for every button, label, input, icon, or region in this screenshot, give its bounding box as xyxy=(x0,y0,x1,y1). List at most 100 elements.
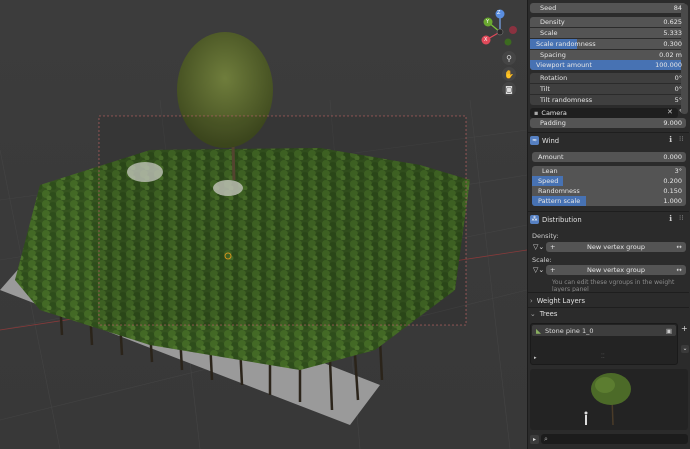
seed-field[interactable]: Seed 84 xyxy=(530,3,686,13)
swap-icon: ↔ xyxy=(676,266,682,274)
3d-viewport[interactable]: Z X Y ⚲ ✋ ◙ xyxy=(0,0,527,449)
wind-icon: ≈ xyxy=(530,136,539,145)
wind-pattern-scale-field[interactable]: Pattern scale 1.000 xyxy=(532,196,686,206)
info-icon[interactable]: ℹ xyxy=(669,214,672,223)
bottom-play-button[interactable]: ▸ xyxy=(530,435,539,444)
tilt-field[interactable]: Tilt 0° xyxy=(530,84,686,94)
tree-item-label: Stone pine 1_0 xyxy=(545,326,594,335)
scale-vertex-group-button[interactable]: + New vertex group ↔ xyxy=(546,265,686,275)
hand-pan-icon[interactable]: ✋ xyxy=(502,67,516,81)
wind-lean-field[interactable]: Lean 3° xyxy=(532,166,686,176)
divider xyxy=(528,132,689,133)
wind-lean-label: Lean xyxy=(542,167,558,175)
navigation-gizmo[interactable]: Z X Y xyxy=(478,8,522,52)
scale-randomness-field[interactable]: Scale randomness 0.300 xyxy=(530,39,686,49)
plus-icon: + xyxy=(550,243,556,251)
wind-randomness-label: Randomness xyxy=(538,187,580,195)
distribution-header[interactable]: ⁂ Distribution xyxy=(530,214,688,225)
trees-header[interactable]: ⌄ Trees xyxy=(530,308,688,319)
wind-lean-value: 3° xyxy=(674,167,682,175)
spacing-value: 0.02 m xyxy=(659,51,682,59)
density-group-label: Density: xyxy=(532,232,559,240)
swap-icon: ↔ xyxy=(676,243,682,251)
drag-handle-icon[interactable]: ⁞⁞ xyxy=(679,135,683,143)
padding-label: Padding xyxy=(540,119,566,127)
scale-vertex-group-label: New vertex group xyxy=(587,266,645,274)
density-vertex-group-label: New vertex group xyxy=(587,243,645,251)
tilt-randomness-label: Tilt randomness xyxy=(540,96,593,104)
padding-field[interactable]: Padding 9.000 xyxy=(530,118,686,128)
distribution-title: Distribution xyxy=(542,215,582,224)
viewport-amount-field[interactable]: Viewport amount 100.000 xyxy=(530,60,686,70)
rotation-field[interactable]: Rotation 0° xyxy=(530,73,686,83)
chevron-right-icon: › xyxy=(530,296,533,305)
scale-value: 5.333 xyxy=(663,29,682,37)
rotation-value: 0° xyxy=(674,74,682,82)
seed-value: 84 xyxy=(673,4,682,12)
viewport-amount-value: 100.000 xyxy=(655,61,682,69)
plus-icon: + xyxy=(550,266,556,274)
tilt-value: 0° xyxy=(674,85,682,93)
camera-icon: ▪ xyxy=(534,109,539,117)
spacing-label: Spacing xyxy=(540,51,566,59)
scale-randomness-label: Scale randomness xyxy=(536,40,596,48)
gizmo-y-label: Y xyxy=(486,19,490,25)
vertex-group-icon[interactable]: ▽⌄ xyxy=(533,243,544,251)
weight-layers-title: Weight Layers xyxy=(536,296,586,305)
search-icon: ⌕ xyxy=(544,434,548,443)
add-tree-button[interactable]: + xyxy=(681,324,688,333)
trees-title: Trees xyxy=(539,309,558,318)
wind-title: Wind xyxy=(542,136,560,145)
density-field[interactable]: Density 0.625 xyxy=(530,17,686,27)
gizmo-x-label: X xyxy=(484,37,488,43)
tree-preview-image xyxy=(584,373,631,426)
tree-preview xyxy=(530,369,688,430)
tree-list-item[interactable]: ◣ Stone pine 1_0 ▣ xyxy=(532,325,676,336)
list-resize-handle[interactable]: ⁚⁚ xyxy=(601,353,605,360)
density-vertex-group-button[interactable]: + New vertex group ↔ xyxy=(546,242,686,252)
tilt-randomness-field[interactable]: Tilt randomness 5° xyxy=(530,95,686,105)
tilt-randomness-value: 5° xyxy=(674,96,682,104)
info-icon[interactable]: ℹ xyxy=(669,135,672,144)
wind-pattern-scale-value: 1.000 xyxy=(663,197,682,205)
camera-label: Camera xyxy=(541,109,567,117)
wind-amount-field[interactable]: Amount 0.000 xyxy=(532,152,686,162)
tree-icon: ◣ xyxy=(536,326,541,335)
scale-group-label: Scale: xyxy=(532,256,552,264)
wind-amount-value: 0.000 xyxy=(663,153,682,161)
wind-speed-label: Speed xyxy=(538,177,559,185)
wind-randomness-field[interactable]: Randomness 0.150 xyxy=(532,186,686,196)
gizmo-z-label: Z xyxy=(497,10,501,16)
panel-scrollbar[interactable] xyxy=(681,4,688,114)
list-menu-chevron-icon[interactable]: ⌄ xyxy=(681,345,689,353)
wind-header[interactable]: ≈ Wind xyxy=(530,135,688,146)
tilt-label: Tilt xyxy=(540,85,550,93)
play-icon[interactable]: ▸ xyxy=(534,355,537,361)
wind-amount-label: Amount xyxy=(538,153,564,161)
seed-label: Seed xyxy=(540,4,557,12)
scale-randomness-value: 0.300 xyxy=(663,40,682,48)
zoom-icon[interactable]: ⚲ xyxy=(502,51,516,65)
search-input[interactable]: ⌕ xyxy=(541,434,688,444)
camera-view-icon[interactable]: ◙ xyxy=(502,82,516,96)
scale-label: Scale xyxy=(540,29,558,37)
weight-layers-header[interactable]: › Weight Layers xyxy=(530,295,688,306)
density-value: 0.625 xyxy=(663,18,682,26)
chevron-down-icon: ⌄ xyxy=(530,309,536,318)
rotation-label: Rotation xyxy=(540,74,568,82)
trees-list[interactable]: ◣ Stone pine 1_0 ▣ ⁚⁚ ▸ xyxy=(530,323,678,365)
density-label: Density xyxy=(540,18,565,26)
wind-speed-field[interactable]: Speed 0.200 xyxy=(532,176,686,186)
wind-randomness-value: 0.150 xyxy=(663,187,682,195)
render-camera-icon[interactable]: ▣ xyxy=(666,327,672,335)
distribution-hint: You can edit these vgroups in the weight… xyxy=(552,279,675,293)
camera-field[interactable]: ▪ Camera xyxy=(530,108,678,118)
divider xyxy=(528,292,689,293)
camera-clear-icon[interactable]: ✕ xyxy=(667,108,673,116)
scale-field[interactable]: Scale 5.333 xyxy=(530,28,686,38)
drag-handle-icon[interactable]: ⁞⁞ xyxy=(679,214,683,222)
vertex-group-icon[interactable]: ▽⌄ xyxy=(533,266,544,274)
spacing-field[interactable]: Spacing 0.02 m xyxy=(530,50,686,60)
distribution-icon: ⁂ xyxy=(530,215,539,224)
wind-speed-value: 0.200 xyxy=(663,177,682,185)
